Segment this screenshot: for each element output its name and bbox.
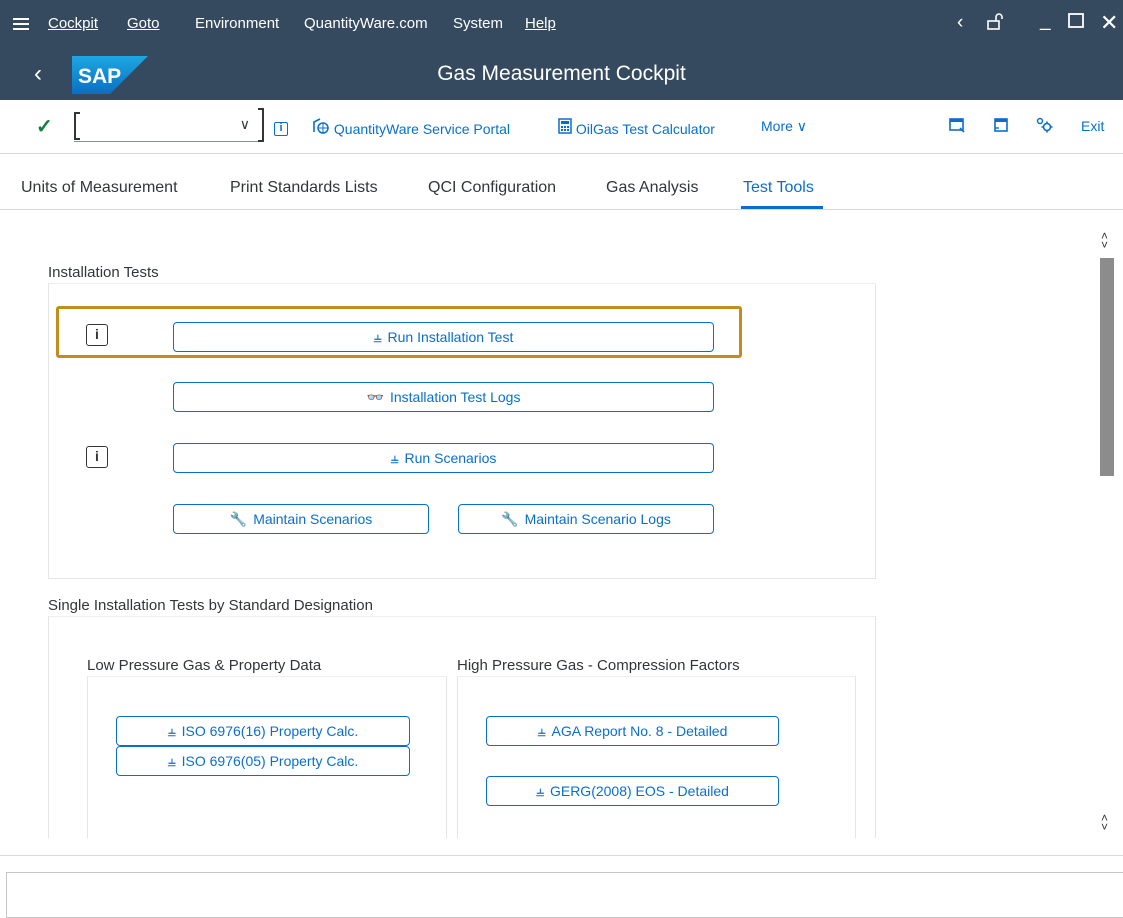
run-scenarios-button[interactable]: ⫨ Run Scenarios bbox=[173, 443, 714, 473]
execute-icon: ⫨ bbox=[373, 329, 382, 345]
close-icon[interactable]: ✕ bbox=[1100, 10, 1118, 36]
settings-gear-icon[interactable] bbox=[1035, 116, 1055, 137]
new-window-icon[interactable] bbox=[948, 116, 966, 137]
status-bar bbox=[6, 872, 1123, 918]
aga-report-8-button[interactable]: ⫨ AGA Report No. 8 - Detailed bbox=[486, 716, 779, 746]
tab-print-standards-lists[interactable]: Print Standards Lists bbox=[230, 179, 378, 197]
chevron-down-icon[interactable]: ∨ bbox=[240, 116, 250, 133]
iso6976-16-button[interactable]: ⫨ ISO 6976(16) Property Calc. bbox=[116, 716, 410, 746]
hamburger-menu-icon[interactable] bbox=[13, 18, 29, 30]
info-button-run-scenarios[interactable]: i bbox=[86, 446, 108, 468]
title-bar: ‹ SAP Gas Measurement Cockpit bbox=[0, 50, 1123, 100]
iso6976-05-button[interactable]: ⫨ ISO 6976(05) Property Calc. bbox=[116, 746, 410, 776]
service-portal-link[interactable]: QuantityWare Service Portal bbox=[312, 118, 510, 137]
exit-button[interactable]: Exit bbox=[1081, 118, 1104, 134]
statusbar-separator bbox=[0, 855, 1123, 856]
tab-test-tools[interactable]: Test Tools bbox=[743, 179, 814, 197]
chevron-left-icon[interactable]: ‹ bbox=[957, 12, 963, 34]
tab-gas-analysis[interactable]: Gas Analysis bbox=[606, 179, 698, 197]
info-button-installation-test[interactable]: i bbox=[86, 324, 108, 346]
window-settings-icon[interactable] bbox=[992, 116, 1010, 137]
installation-test-logs-button[interactable]: 👓 Installation Test Logs bbox=[173, 382, 714, 412]
tab-strip: Units of Measurement Print Standards Lis… bbox=[0, 154, 1123, 210]
run-installation-test-button[interactable]: ⫨ Run Installation Test bbox=[173, 322, 714, 352]
maintain-scenario-logs-button[interactable]: 🔧 Maintain Scenario Logs bbox=[458, 504, 714, 534]
single-tests-title: Single Installation Tests by Standard De… bbox=[48, 597, 373, 614]
minimize-icon[interactable]: _ bbox=[1040, 10, 1051, 32]
high-pressure-title: High Pressure Gas - Compression Factors bbox=[457, 657, 740, 674]
wrench-icon: 🔧 bbox=[501, 511, 519, 527]
enter-check-icon[interactable]: ✓ bbox=[36, 114, 53, 139]
more-menu[interactable]: More ∨ bbox=[761, 118, 807, 135]
menu-cockpit[interactable]: Cockpit bbox=[48, 15, 98, 32]
page-title: Gas Measurement Cockpit bbox=[437, 62, 686, 85]
gerg2008-button[interactable]: ⫨ GERG(2008) EOS - Detailed bbox=[486, 776, 779, 806]
high-pressure-panel bbox=[457, 676, 856, 838]
calculator-icon bbox=[558, 118, 572, 137]
lock-icon[interactable] bbox=[985, 12, 1005, 38]
wrench-icon: 🔧 bbox=[229, 511, 248, 527]
glasses-icon: 👓 bbox=[366, 389, 384, 405]
execute-icon: ⫨ bbox=[537, 723, 546, 739]
scroll-down-icon[interactable]: ˄ ˅ bbox=[1101, 812, 1108, 833]
menu-help[interactable]: Help bbox=[525, 15, 556, 32]
execute-icon: ⫨ bbox=[167, 753, 176, 769]
low-pressure-title: Low Pressure Gas & Property Data bbox=[87, 657, 322, 674]
tab-qci-configuration[interactable]: QCI Configuration bbox=[428, 179, 556, 197]
menu-system[interactable]: System bbox=[453, 15, 503, 32]
menu-quantityware[interactable]: QuantityWare.com bbox=[304, 15, 428, 32]
execute-icon: ⫨ bbox=[167, 723, 176, 739]
info-icon[interactable]: i bbox=[274, 118, 288, 136]
chevron-down-icon: ∨ bbox=[796, 118, 808, 134]
application-toolbar: ✓ ∨ i QuantityWare Service Portal OilGas… bbox=[0, 100, 1123, 154]
globe-link-icon bbox=[312, 118, 330, 137]
maximize-icon[interactable] bbox=[1067, 12, 1085, 36]
installation-tests-title: Installation Tests bbox=[48, 264, 159, 281]
execute-icon: ⫨ bbox=[536, 783, 544, 799]
tab-units-of-measurement[interactable]: Units of Measurement bbox=[21, 179, 178, 197]
menu-bar: Cockpit Goto Environment QuantityWare.co… bbox=[0, 0, 1123, 50]
command-field[interactable]: ∨ bbox=[74, 108, 264, 142]
maintain-scenarios-button[interactable]: 🔧 Maintain Scenarios bbox=[173, 504, 429, 534]
menu-environment[interactable]: Environment bbox=[195, 15, 279, 32]
scrollbar-thumb[interactable] bbox=[1100, 258, 1114, 476]
execute-icon: ⫨ bbox=[390, 450, 399, 466]
test-calculator-link[interactable]: OilGas Test Calculator bbox=[558, 118, 715, 137]
menu-goto[interactable]: Goto bbox=[127, 15, 160, 32]
scroll-up-icon[interactable]: ˄ ˅ bbox=[1101, 230, 1108, 251]
active-tab-indicator bbox=[741, 206, 823, 209]
